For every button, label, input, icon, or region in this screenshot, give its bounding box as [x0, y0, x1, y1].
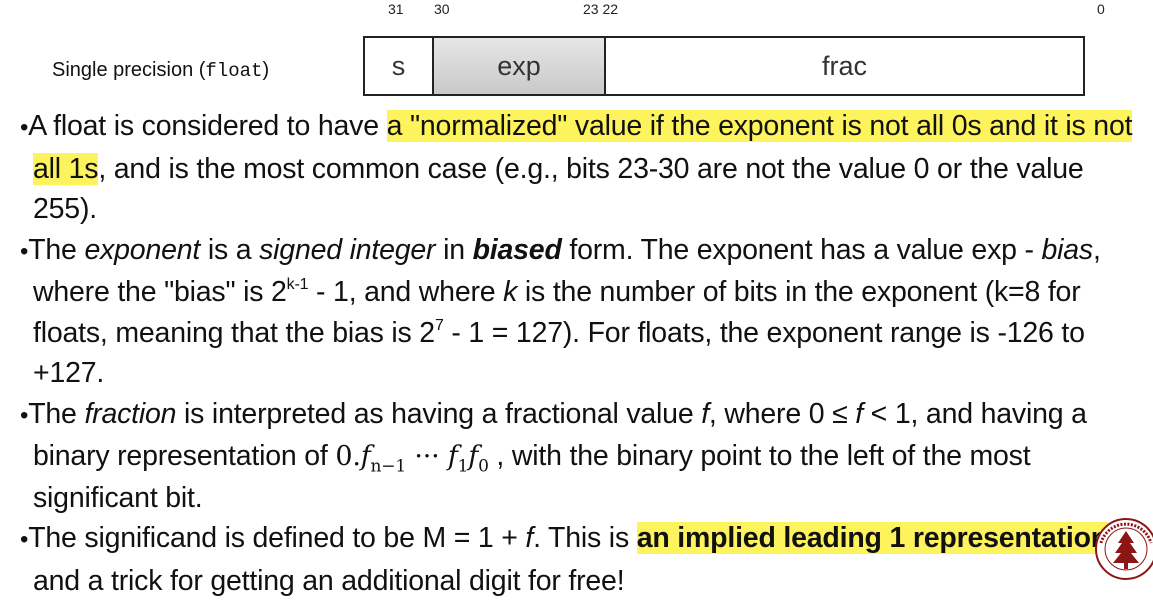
math-sub-1: 1	[457, 456, 469, 477]
float-bit-layout: s exp frac	[363, 36, 1085, 96]
term-exponent: exponent	[84, 233, 201, 266]
bit-label-31: 31	[388, 1, 404, 17]
bullet-significand: •The significand is defined to be M = 1 …	[20, 518, 1145, 601]
bullet-dot: •	[20, 237, 29, 265]
term-f: f	[525, 522, 534, 554]
math-sub-n-1: n−1	[370, 456, 407, 477]
bullet-dot: •	[20, 114, 29, 141]
math-f: f	[447, 441, 458, 472]
bullet-text: The	[28, 233, 85, 266]
bullet-fraction: •The fraction is interpreted as having a…	[20, 394, 1145, 519]
bullet-normalized: •A float is considered to have a "normal…	[20, 106, 1145, 230]
bullet-text: - 1, and where	[308, 276, 504, 308]
bullet-text: The	[28, 397, 85, 430]
math-sub-0: 0	[478, 456, 489, 477]
highlight-implied-leading-1: an implied leading 1 representation	[636, 522, 1108, 554]
term-f: f	[855, 397, 863, 430]
format-label: Single precision (float)	[52, 59, 269, 82]
term-k: k	[503, 276, 518, 308]
math-dots: ···	[405, 441, 448, 472]
term-fraction: fraction	[84, 397, 177, 430]
bullet-text: is a	[200, 233, 260, 266]
bullet-text: A float is considered to have	[28, 110, 387, 142]
math-f: f	[468, 441, 479, 472]
format-label-suffix: )	[262, 59, 270, 81]
bullet-text: in	[435, 233, 473, 266]
bullet-text: form. The exponent has a value exp -	[561, 233, 1042, 266]
sign-field: s	[365, 38, 434, 94]
bit-label-30: 30	[434, 1, 450, 17]
bullet-text: is interpreted as having a fractional va…	[176, 397, 702, 430]
binary-fraction-formula: 0.fn−1 ··· f1f0	[335, 441, 489, 475]
superscript-7: 7	[434, 316, 444, 334]
bit-label-0: 0	[1097, 1, 1105, 17]
fraction-field: frac	[821, 50, 867, 81]
format-label-prefix: Single precision (	[52, 59, 206, 81]
bullet-exponent: •The exponent is a signed integer in bia…	[20, 230, 1145, 394]
format-label-code: float	[205, 60, 263, 82]
term-biased: biased	[472, 233, 562, 266]
term-bias: bias	[1041, 233, 1094, 266]
bullet-text: , where 0 ≤	[708, 397, 856, 430]
term-f: f	[701, 397, 709, 430]
bullet-text: , and is the most common case (e.g., bit…	[33, 152, 1084, 226]
bit-label-23-22: 23 22	[583, 1, 619, 17]
exponent-field: exp	[434, 38, 606, 94]
bullet-text: The significand is defined to be M = 1 +	[28, 522, 526, 554]
stanford-seal-logo	[1095, 518, 1153, 580]
bullet-list: •A float is considered to have a "normal…	[20, 106, 1145, 601]
math-zero-point: 0.	[335, 441, 361, 472]
bullet-dot: •	[20, 526, 29, 553]
superscript-k-1: k-1	[286, 276, 309, 293]
term-signed-integer: signed integer	[259, 233, 436, 266]
bullet-dot: •	[20, 401, 29, 429]
math-f: f	[360, 441, 371, 472]
bullet-text: . This is	[533, 522, 637, 554]
